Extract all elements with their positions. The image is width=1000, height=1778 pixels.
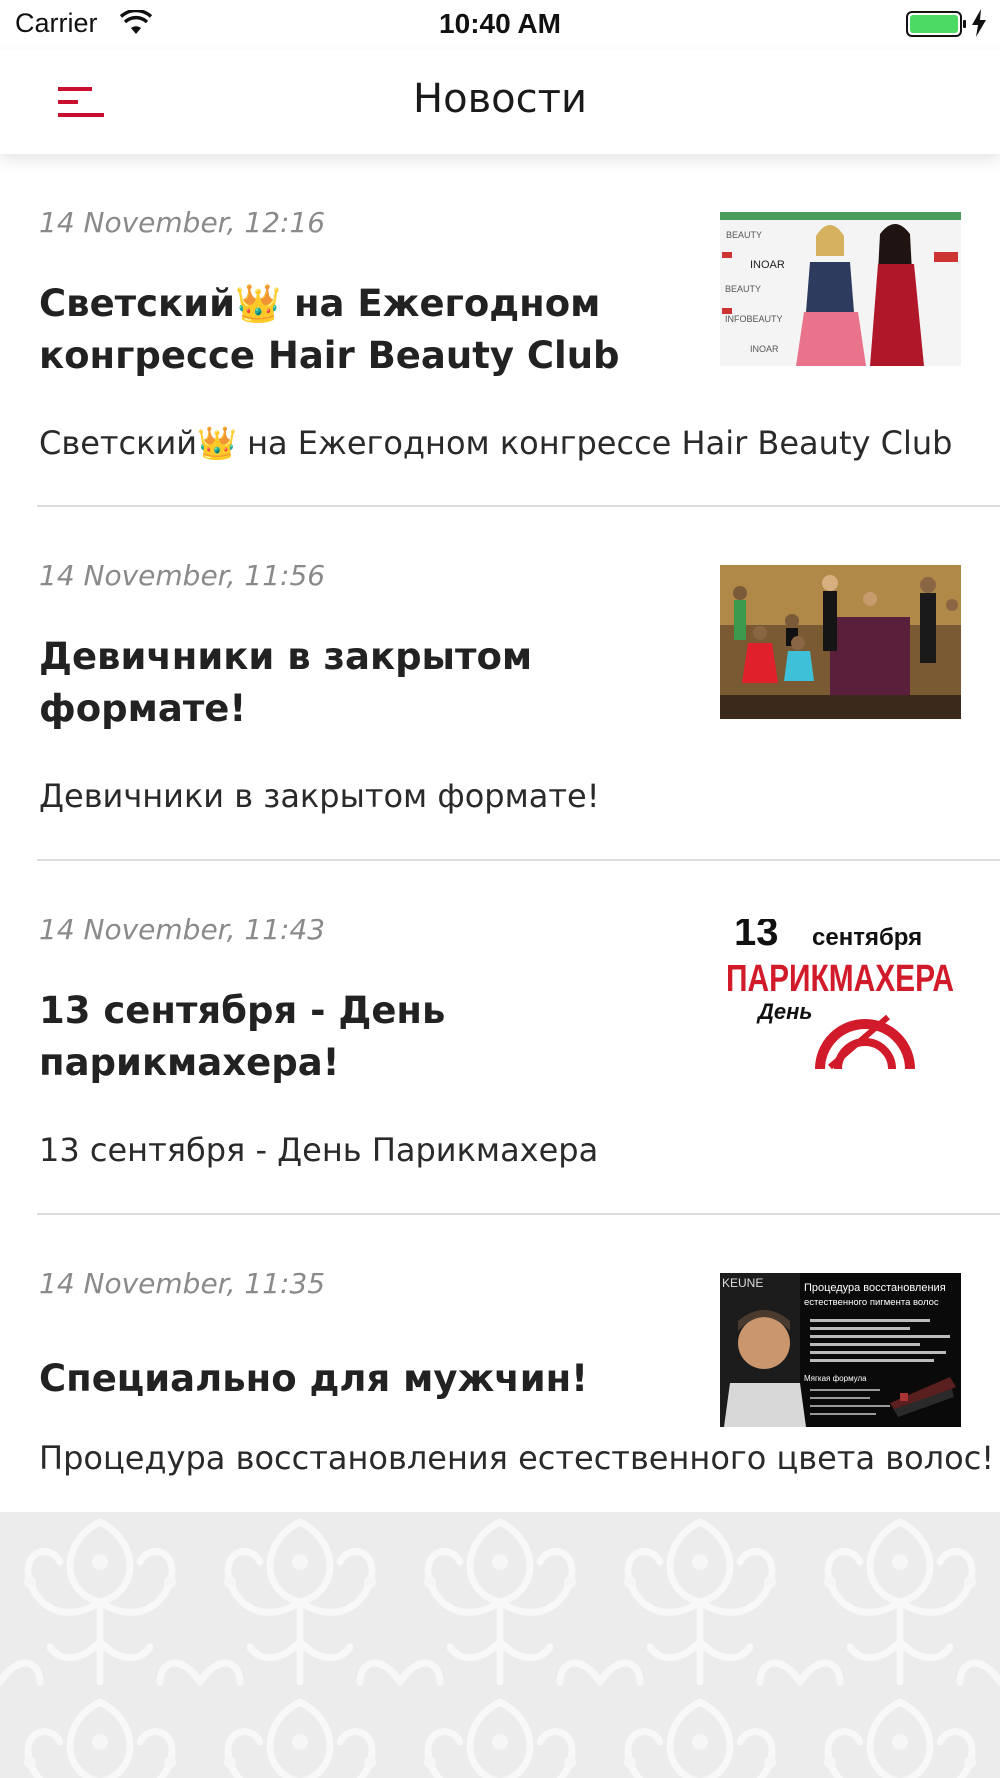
svg-text:INOAR: INOAR xyxy=(750,344,779,354)
news-title[interactable]: Светский👑 на Ежегодном конгрессе Hair Be… xyxy=(39,278,659,382)
news-item[interactable]: 14 November, 12:16 Светский👑 на Ежегодно… xyxy=(0,154,1000,506)
news-summary: Светский👑 на Ежегодном конгрессе Hair Be… xyxy=(39,424,953,462)
salon-party-photo xyxy=(720,565,961,719)
news-date: 14 November, 11:35 xyxy=(39,1267,326,1300)
news-title[interactable]: Девичники в закрытом формате! xyxy=(39,631,659,735)
news-thumbnail[interactable]: KEUNE Процедура восстановления естествен… xyxy=(720,1273,961,1427)
thumb-text: сентября xyxy=(812,924,922,951)
background-damask-pattern xyxy=(0,1512,1000,1778)
thumb-text: Процедура восстановления xyxy=(804,1282,946,1294)
news-summary: 13 сентября - День Парикмахера xyxy=(39,1131,599,1169)
thumb-text: BEAUTY xyxy=(725,284,761,294)
carrier-label: Carrier xyxy=(15,8,98,38)
news-date: 14 November, 12:16 xyxy=(39,206,326,239)
thumb-text: естественного пигмента волос xyxy=(804,1297,939,1308)
battery-icon xyxy=(906,11,966,37)
news-summary: Процедура восстановления естественного ц… xyxy=(39,1439,995,1477)
navigation-bar: Новости xyxy=(0,50,1000,154)
news-date: 14 November, 11:43 xyxy=(39,913,326,946)
damask-ornament xyxy=(0,1512,1000,1778)
news-thumbnail[interactable]: 13 сентября ПАРИКМАХЕРА День xyxy=(720,919,961,1073)
thumb-text: KEUNE xyxy=(722,1276,763,1290)
hairdresser-day-poster: 13 сентября ПАРИКМАХЕРА День xyxy=(720,919,961,1073)
status-bar: Carrier 10:40 AM xyxy=(0,0,1000,50)
news-thumbnail[interactable]: BEAUTY INOAR BEAUTY INFOBEAUTY INOAR xyxy=(720,212,961,366)
page-title: Новости xyxy=(413,76,587,122)
news-item[interactable]: 14 November, 11:56 Девичники в закрытом … xyxy=(0,507,1000,859)
thumb-text: INOAR xyxy=(750,259,785,271)
wifi-icon xyxy=(120,10,152,34)
thumb-text: 13 xyxy=(734,919,779,954)
svg-text:BEAUTY: BEAUTY xyxy=(726,230,762,240)
thumb-text: День xyxy=(756,999,812,1024)
news-item[interactable]: 14 November, 11:43 13 сентября - День па… xyxy=(0,861,1000,1213)
menu-icon[interactable] xyxy=(56,81,106,123)
news-title[interactable]: Специально для мужчин! xyxy=(39,1353,659,1405)
news-date: 14 November, 11:56 xyxy=(39,559,326,592)
thumb-text: Мягкая формула xyxy=(804,1374,867,1383)
charging-bolt-icon xyxy=(972,9,986,37)
keune-promo-photo: KEUNE Процедура восстановления естествен… xyxy=(720,1273,961,1427)
news-title[interactable]: 13 сентября - День парикмахера! xyxy=(39,985,659,1089)
thumb-text: ПАРИКМАХЕРА xyxy=(726,958,954,1000)
press-wall-photo: BEAUTY INOAR BEAUTY INFOBEAUTY INOAR xyxy=(720,212,961,366)
news-summary: Девичники в закрытом формате! xyxy=(39,777,600,815)
news-list: 14 November, 12:16 Светский👑 на Ежегодно… xyxy=(0,154,1000,1512)
svg-text:INFOBEAUTY: INFOBEAUTY xyxy=(725,314,783,324)
news-thumbnail[interactable] xyxy=(720,565,961,719)
